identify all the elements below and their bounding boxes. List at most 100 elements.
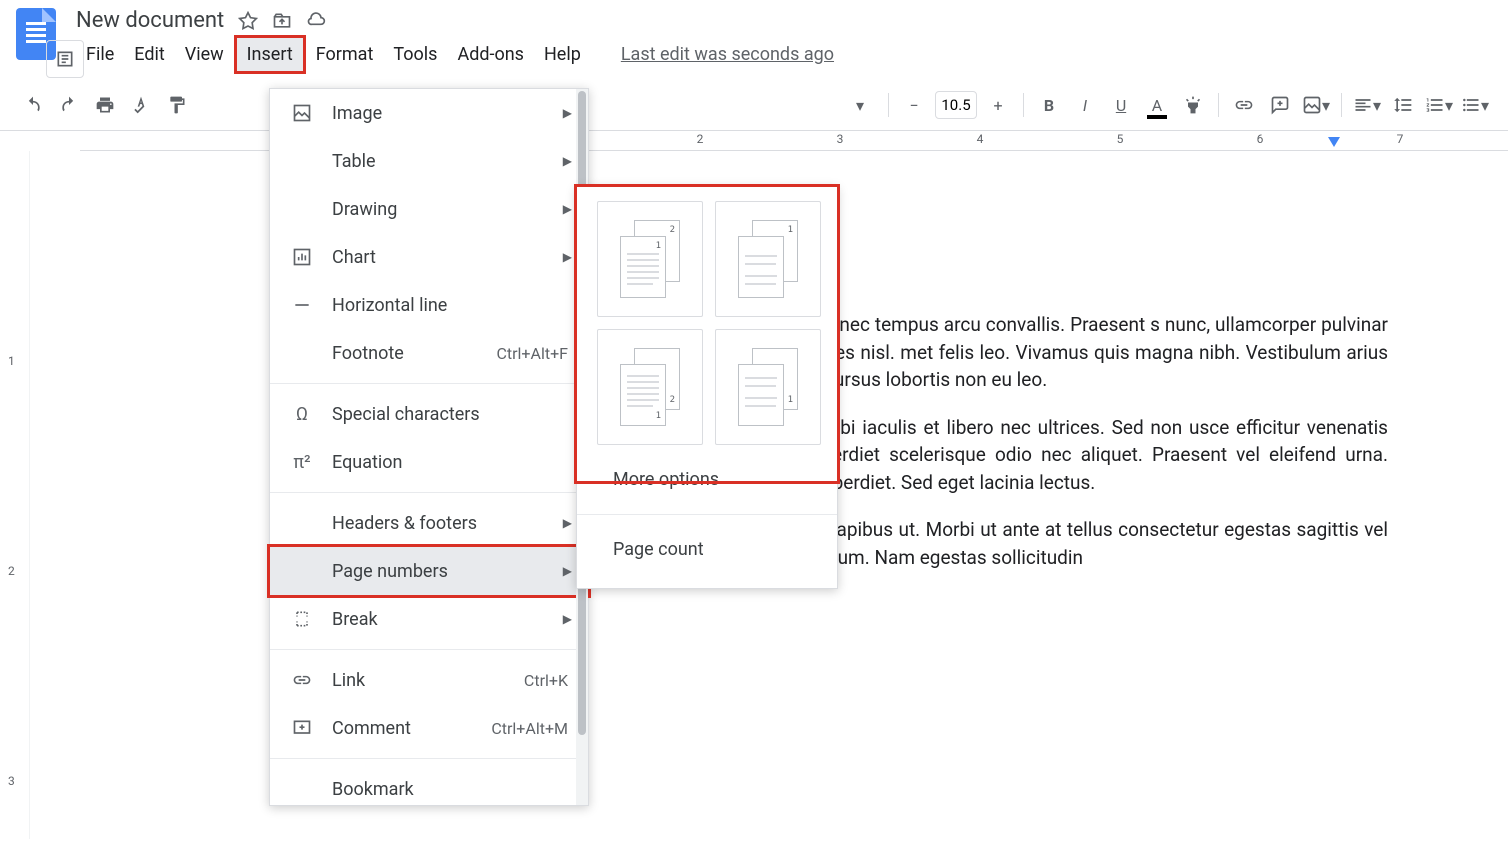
vruler-mark: 1	[8, 354, 15, 368]
comment-icon	[290, 716, 314, 740]
menu-label: Comment	[332, 718, 411, 739]
ruler-mark: 5	[1117, 132, 1124, 146]
submenu-arrow-icon: ▶	[563, 516, 572, 530]
menu-item-image[interactable]: Image ▶	[270, 89, 588, 137]
submenu-arrow-icon: ▶	[563, 106, 572, 120]
menu-shortcut: Ctrl+K	[524, 671, 568, 690]
link-icon	[290, 668, 314, 692]
page-number-footer-all[interactable]: 2 1	[597, 329, 703, 445]
menu-insert[interactable]: Insert	[234, 35, 306, 74]
highlight-button[interactable]	[1176, 88, 1210, 122]
vruler-mark: 2	[8, 564, 15, 578]
bold-button[interactable]: B	[1032, 88, 1066, 122]
menu-label: Drawing	[332, 199, 397, 220]
submenu-arrow-icon: ▶	[563, 250, 572, 264]
menu-item-comment[interactable]: Comment Ctrl+Alt+M	[270, 704, 588, 752]
menu-item-equation[interactable]: π² Equation	[270, 438, 588, 486]
menu-item-chart[interactable]: Chart ▶	[270, 233, 588, 281]
menu-item-special-characters[interactable]: Ω Special characters	[270, 390, 588, 438]
insert-menu-dropdown: Image ▶ Table ▶ Drawing ▶ Chart ▶ Horizo…	[269, 88, 589, 806]
page-number-header-skip-first[interactable]: 1	[715, 201, 821, 317]
underline-button[interactable]: U	[1104, 88, 1138, 122]
menu-label: Break	[332, 609, 378, 630]
equation-icon: π²	[290, 450, 314, 474]
document-title[interactable]: New document	[76, 8, 224, 33]
ruler-indent-marker[interactable]	[1328, 137, 1340, 147]
move-icon[interactable]	[272, 11, 292, 31]
undo-button[interactable]	[16, 88, 50, 122]
menu-item-break[interactable]: Break ▶	[270, 595, 588, 643]
increase-font-button[interactable]: +	[981, 88, 1015, 122]
menubar: File Edit View Insert Format Tools Add-o…	[76, 35, 1492, 74]
ruler-mark: 2	[697, 132, 704, 146]
omega-icon: Ω	[290, 402, 314, 426]
image-icon	[290, 101, 314, 125]
font-size-input[interactable]	[935, 91, 977, 119]
menu-label: Image	[332, 103, 382, 124]
text-color-button[interactable]: A	[1140, 88, 1174, 122]
ruler-mark: 3	[837, 132, 844, 146]
menu-label: Chart	[332, 247, 376, 268]
print-button[interactable]	[88, 88, 122, 122]
italic-button[interactable]: I	[1068, 88, 1102, 122]
submenu-more-options[interactable]: More options	[577, 455, 837, 504]
spellcheck-button[interactable]	[124, 88, 158, 122]
menu-label: Link	[332, 670, 365, 691]
submenu-arrow-icon: ▶	[563, 564, 572, 578]
vertical-ruler[interactable]: 1 2 3	[0, 151, 30, 839]
ruler-mark: 4	[977, 132, 984, 146]
menu-item-headers-footers[interactable]: Headers & footers ▶	[270, 499, 588, 547]
menu-item-footnote[interactable]: Footnote Ctrl+Alt+F	[270, 329, 588, 377]
menu-view[interactable]: View	[175, 38, 234, 71]
menu-label: Special characters	[332, 404, 480, 425]
document-outline-button[interactable]	[46, 40, 84, 78]
menu-tools[interactable]: Tools	[383, 38, 447, 71]
menu-shortcut: Ctrl+Alt+M	[491, 719, 568, 738]
menu-edit[interactable]: Edit	[124, 38, 174, 71]
cloud-status-icon[interactable]	[306, 11, 326, 31]
menu-shortcut: Ctrl+Alt+F	[496, 344, 568, 363]
submenu-page-count[interactable]: Page count	[577, 525, 837, 574]
ruler-mark: 6	[1257, 132, 1264, 146]
menu-item-bookmark[interactable]: Bookmark	[270, 765, 588, 805]
menu-label: Horizontal line	[332, 295, 447, 316]
page-number-header-all[interactable]: 2 1	[597, 201, 703, 317]
menu-help[interactable]: Help	[534, 38, 591, 71]
toolbar: ▾ − + B I U A ▾ ▾ ▾ ▾	[0, 80, 1508, 131]
menu-label: Headers & footers	[332, 513, 477, 534]
ruler-mark: 7	[1397, 132, 1404, 146]
redo-button[interactable]	[52, 88, 86, 122]
decrease-font-button[interactable]: −	[897, 88, 931, 122]
menu-item-link[interactable]: Link Ctrl+K	[270, 656, 588, 704]
insert-link-button[interactable]	[1227, 88, 1261, 122]
add-comment-button[interactable]	[1263, 88, 1297, 122]
last-edit-link[interactable]: Last edit was seconds ago	[621, 44, 834, 65]
page-numbers-submenu: 2 1 1 2 1	[576, 186, 838, 589]
paint-format-button[interactable]	[160, 88, 194, 122]
menu-label: Footnote	[332, 343, 404, 364]
horizontal-line-icon	[290, 293, 314, 317]
vruler-mark: 3	[8, 774, 15, 788]
menu-item-table[interactable]: Table ▶	[270, 137, 588, 185]
page-number-footer-skip-first[interactable]: 1	[715, 329, 821, 445]
menu-item-drawing[interactable]: Drawing ▶	[270, 185, 588, 233]
submenu-arrow-icon: ▶	[563, 202, 572, 216]
chart-icon	[290, 245, 314, 269]
font-family-dropdown[interactable]: ▾	[840, 88, 880, 122]
submenu-arrow-icon: ▶	[563, 612, 572, 626]
menu-addons[interactable]: Add-ons	[447, 38, 534, 71]
menu-label: Bookmark	[332, 779, 414, 800]
numbered-list-button[interactable]: ▾	[1422, 88, 1456, 122]
bulleted-list-button[interactable]: ▾	[1458, 88, 1492, 122]
submenu-arrow-icon: ▶	[563, 154, 572, 168]
align-button[interactable]: ▾	[1350, 88, 1384, 122]
line-spacing-button[interactable]	[1386, 88, 1420, 122]
insert-image-button[interactable]: ▾	[1299, 88, 1333, 122]
menu-item-page-numbers[interactable]: Page numbers ▶	[267, 544, 591, 598]
star-icon[interactable]	[238, 11, 258, 31]
break-icon	[290, 607, 314, 631]
menu-format[interactable]: Format	[306, 38, 384, 71]
menu-label: Page numbers	[332, 561, 448, 582]
menu-label: Equation	[332, 452, 402, 473]
menu-item-horizontal-line[interactable]: Horizontal line	[270, 281, 588, 329]
